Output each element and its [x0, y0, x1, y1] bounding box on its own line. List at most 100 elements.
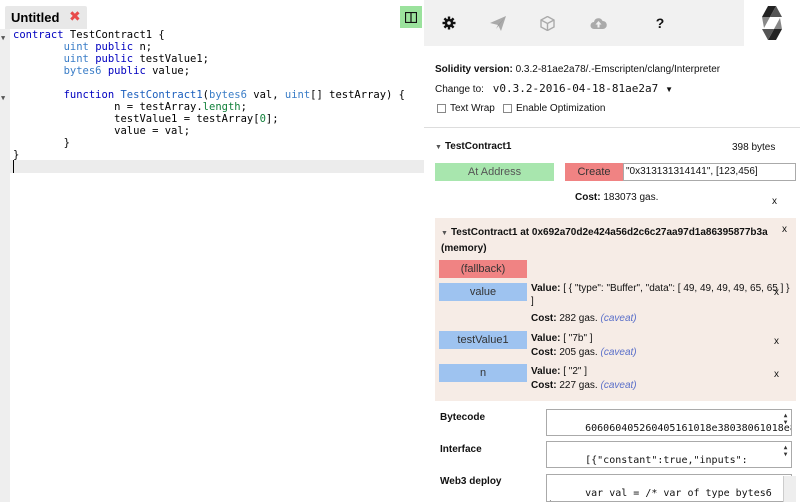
- fallback-button[interactable]: (fallback): [439, 260, 527, 278]
- create-button[interactable]: Create: [565, 163, 623, 181]
- cost-value: 205 gas.: [559, 347, 598, 358]
- caveat-link[interactable]: (caveat): [601, 313, 637, 324]
- bytecode-output[interactable]: 606060405260405161018e38038061018e8 3398…: [546, 409, 792, 436]
- cost-label: Cost:: [531, 380, 557, 391]
- function-cost: Cost: 205 gas. (caveat): [531, 347, 637, 358]
- web3-deploy-text: var val = /* var of type bytes6 here */ …: [549, 488, 772, 501]
- text-cursor: [13, 160, 14, 173]
- text-wrap-checkbox[interactable]: [437, 104, 446, 113]
- code-line: value = val;: [114, 125, 191, 137]
- caveat-link[interactable]: (caveat): [601, 380, 637, 391]
- code-line: contract TestContract1 {: [13, 29, 165, 41]
- close-result-button[interactable]: x: [772, 196, 777, 207]
- tab-bar: Untitled ✖: [0, 0, 424, 29]
- change-version: Change to: v0.3.2-2016-04-18-81ae2a7 ▼: [435, 82, 673, 95]
- result-value: [ "2" ]: [563, 366, 588, 377]
- interface-text: [{"constant":true,"inputs": [],"name":"t…: [585, 455, 748, 466]
- close-result-button[interactable]: x: [774, 336, 779, 347]
- send-button[interactable]: [486, 11, 510, 35]
- contracts-section: ▼ TestContract1 398 bytes At Address Crea…: [424, 129, 800, 502]
- close-instance-button[interactable]: x: [782, 224, 787, 235]
- dropdown-caret-icon[interactable]: ▼: [665, 85, 673, 94]
- bytecode-text: 606060405260405161018e38038061018e8 3398…: [585, 423, 792, 434]
- version-select[interactable]: v0.3.2-2016-04-18-81ae2a7: [493, 82, 659, 95]
- solidity-version-value: 0.3.2-81ae2a78/.-Emscripten/clang/Interp…: [515, 64, 721, 75]
- fold-arrow-icon[interactable]: ▼: [1, 32, 5, 44]
- optimization-checkbox[interactable]: [503, 104, 512, 113]
- code-editor[interactable]: ▼ ▼ contract TestContract1 { uint public…: [0, 29, 424, 502]
- result-value: [ { "type": "Buffer", "data": [ 49, 49, …: [563, 283, 790, 294]
- optimization-option[interactable]: Enable Optimization: [503, 103, 606, 114]
- solidity-version: Solidity version: 0.3.2-81ae2a78/.-Emscr…: [435, 64, 720, 75]
- instance-address: TestContract1 at 0x692a70d2e424a56d2c6c2…: [441, 227, 768, 254]
- interface-label: Interface: [440, 444, 482, 455]
- code-line: n = testArray.length;: [114, 101, 247, 113]
- code-line: }: [63, 137, 70, 149]
- create-args-input[interactable]: "0x313131314141", [123,456]: [623, 163, 796, 181]
- help-button[interactable]: ?: [648, 11, 672, 35]
- contract-header[interactable]: ▼ TestContract1: [435, 141, 511, 152]
- collapse-triangle-icon[interactable]: ▼: [435, 144, 442, 151]
- code-line: testValue1 = testArray[0];: [114, 113, 279, 125]
- at-address-button[interactable]: At Address: [435, 163, 554, 181]
- function-cost: Cost: 227 gas. (caveat): [531, 380, 637, 391]
- code-line: bytes6 public value;: [63, 65, 191, 77]
- text-wrap-label: Text Wrap: [450, 103, 495, 114]
- interface-output[interactable]: [{"constant":true,"inputs": [],"name":"t…: [546, 441, 792, 468]
- function-result: Value: [ "7b" ]: [531, 332, 593, 345]
- solidity-version-label: Solidity version:: [435, 64, 513, 75]
- environment-button[interactable]: [535, 11, 559, 35]
- contract-size: 398 bytes: [732, 142, 776, 153]
- function-result: Value: [ { "type": "Buffer", "data": [ 4…: [531, 282, 790, 308]
- function-result: Value: [ "2" ]: [531, 365, 587, 378]
- caveat-link[interactable]: (caveat): [601, 347, 637, 358]
- right-panel: ? Solidity version: 0.3.2-81ae2a78/.-Ems…: [424, 0, 800, 502]
- value-label: Value:: [531, 333, 561, 344]
- cost-value: 227 gas.: [559, 380, 598, 391]
- tab-title: Untitled: [11, 10, 60, 25]
- call-testvalue1-button[interactable]: testValue1: [439, 331, 527, 349]
- value-label: Value:: [531, 366, 561, 377]
- tab-untitled[interactable]: Untitled ✖: [5, 6, 87, 29]
- contract-instance: ▼ TestContract1 at 0x692a70d2e424a56d2c6c…: [435, 218, 796, 401]
- contract-name: TestContract1: [444, 141, 512, 152]
- code-line: uint public n;: [63, 41, 153, 53]
- close-result-button[interactable]: x: [774, 369, 779, 380]
- cube-icon: [539, 15, 555, 31]
- cost-value: 183073 gas.: [603, 192, 659, 203]
- editor-pane: Untitled ✖ ▼ ▼ contract TestContract1 { …: [0, 0, 424, 502]
- call-n-button[interactable]: n: [439, 364, 527, 382]
- collapse-triangle-icon[interactable]: ▼: [441, 230, 448, 237]
- web3-deploy-label: Web3 deploy: [440, 476, 502, 487]
- spinner-arrows-icon[interactable]: ▲ ▼: [781, 412, 790, 426]
- code-line: function TestContract1(bytes6 val, uint[…: [63, 89, 405, 101]
- bytecode-label: Bytecode: [440, 412, 486, 423]
- value-label: Value:: [531, 283, 561, 294]
- cloud-upload-icon: [590, 17, 607, 29]
- fold-arrow-icon[interactable]: ▼: [1, 92, 5, 104]
- tab-close-icon[interactable]: ✖: [69, 8, 81, 25]
- result-value: [ "7b" ]: [563, 333, 593, 344]
- paper-plane-icon: [490, 15, 506, 31]
- close-result-button[interactable]: x: [774, 287, 779, 298]
- optimization-label: Enable Optimization: [516, 103, 606, 114]
- instance-title[interactable]: ▼ TestContract1 at 0x692a70d2e424a56d2c6c…: [441, 225, 776, 256]
- cost-value: 282 gas.: [559, 313, 598, 324]
- active-line: [10, 160, 424, 173]
- web3-deploy-output[interactable]: var val = /* var of type bytes6 here */ …: [546, 474, 792, 502]
- columns-icon: [405, 11, 417, 23]
- call-value-button[interactable]: value: [439, 283, 527, 301]
- settings-button[interactable]: [437, 11, 461, 35]
- result-value-cont: ]: [531, 296, 534, 307]
- toggle-panel-button[interactable]: [400, 6, 422, 28]
- scrollbar[interactable]: [783, 476, 796, 502]
- spinner-arrows-icon[interactable]: ▲ ▼: [781, 444, 790, 458]
- solidity-logo: [744, 0, 800, 46]
- text-wrap-option[interactable]: Text Wrap: [437, 103, 495, 114]
- code-line: uint public testValue1;: [63, 53, 210, 65]
- solidity-logo-icon: [762, 6, 782, 40]
- gear-icon: [442, 16, 456, 30]
- code-line: }: [13, 149, 20, 161]
- upload-button[interactable]: [586, 11, 610, 35]
- cost-label: Cost:: [531, 347, 557, 358]
